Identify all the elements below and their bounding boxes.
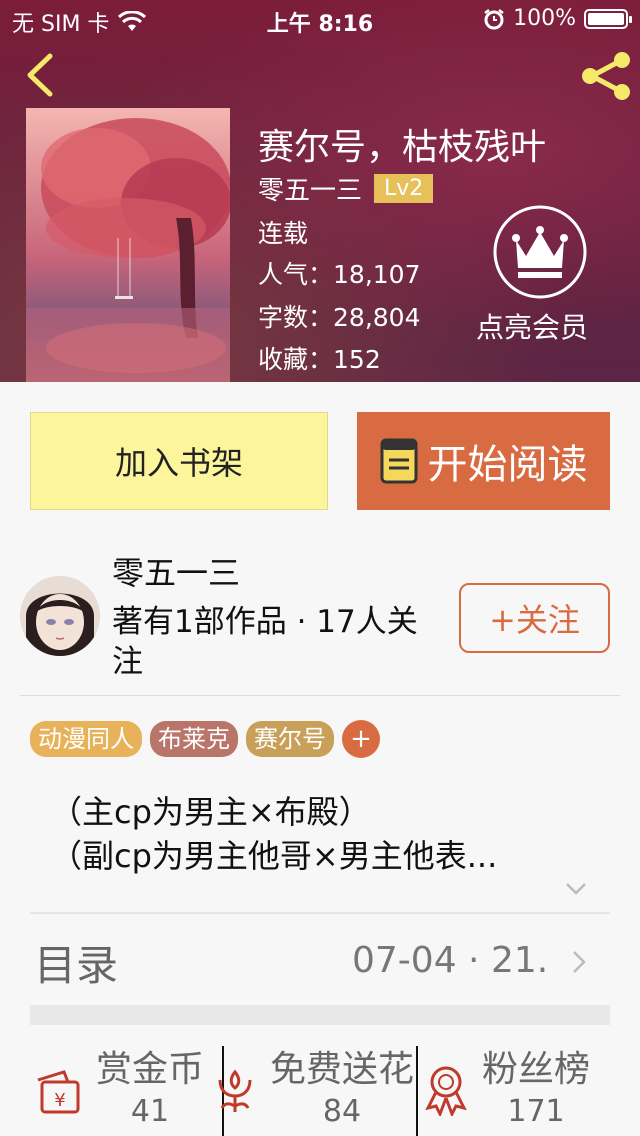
words-label: 字数： <box>258 303 334 332</box>
start-reading-label: 开始阅读 <box>427 442 588 488</box>
follow-label: +关注 <box>489 601 580 639</box>
add-to-shelf-button[interactable]: 加入书架 <box>30 412 328 510</box>
free-flowers-stat[interactable]: 免费送花 84 <box>270 1040 414 1129</box>
battery-icon <box>584 8 632 29</box>
share-icon[interactable] <box>578 50 634 102</box>
author-name[interactable]: 零五一三 <box>112 548 240 594</box>
stat-value: 84 <box>322 1094 362 1129</box>
add-tag-button[interactable]: + <box>342 720 380 758</box>
stat-label: 赏金币 <box>96 1049 205 1090</box>
toc-label[interactable]: 目录 <box>34 932 118 993</box>
reward-coins-stat[interactable]: 赏金币 41 <box>96 1040 204 1129</box>
follow-button[interactable]: +关注 <box>459 583 610 653</box>
status-bar: 无 SIM 卡 上午 8:16 100% <box>0 0 640 40</box>
description-line: （副cp为男主他哥×男主他表... <box>50 837 498 875</box>
fan-ranking-stat[interactable]: 粉丝榜 171 <box>482 1040 590 1129</box>
crown-icon[interactable] <box>492 204 588 300</box>
level-badge: Lv2 <box>374 174 434 203</box>
stat-separator <box>416 1046 418 1136</box>
red-envelope-icon[interactable]: ¥ <box>34 1066 84 1116</box>
author-avatar[interactable] <box>20 576 100 656</box>
author-works-info: 著有1部作品 · 17人关注 <box>112 604 418 680</box>
stat-value: 171 <box>507 1094 565 1129</box>
stat-label: 粉丝榜 <box>482 1049 591 1090</box>
vip-label[interactable]: 点亮会员 <box>476 306 588 346</box>
divider <box>20 695 620 696</box>
stat-label: 免费送花 <box>270 1049 415 1090</box>
flower-icon[interactable] <box>212 1066 258 1116</box>
chevron-down-icon[interactable] <box>565 882 587 896</box>
favorites-label: 收藏： <box>258 345 334 374</box>
svg-text:¥: ¥ <box>54 1090 65 1111</box>
tag-item[interactable]: 动漫同人 <box>30 721 142 757</box>
popularity-stat: 人气：18,107 <box>258 255 421 291</box>
serial-status: 连载 <box>258 219 309 248</box>
tag-item[interactable]: 赛尔号 <box>246 721 334 757</box>
toc-latest-date[interactable]: 07-04 · 21. <box>352 940 562 981</box>
book-cover-image[interactable] <box>26 108 230 382</box>
battery-percent: 100% <box>513 6 576 31</box>
divider <box>30 912 610 914</box>
favorites-stat: 收藏：152 <box>258 340 381 376</box>
author-line: 零五一三 Lv2 <box>258 170 434 207</box>
tag-item[interactable]: 布莱克 <box>150 721 238 757</box>
word-count-stat: 字数：28,804 <box>258 298 421 334</box>
avatar-illustration <box>20 576 100 656</box>
cover-tree-illustration <box>26 108 230 382</box>
favorites-value: 152 <box>333 345 381 374</box>
book-title: 赛尔号，枯枝残叶 <box>258 127 547 168</box>
stat-value: 41 <box>130 1094 170 1129</box>
back-arrow-icon[interactable] <box>22 52 58 98</box>
alarm-icon <box>484 8 504 29</box>
section-gap <box>30 1005 610 1025</box>
description-line: （主cp为男主×布殿） <box>50 793 371 831</box>
tag-list: 动漫同人 布莱克 赛尔号 + <box>30 720 380 758</box>
popularity-label: 人气： <box>258 260 334 289</box>
book-icon <box>380 438 417 484</box>
chevron-right-icon[interactable] <box>572 950 586 974</box>
popularity-value: 18,107 <box>333 260 421 289</box>
start-reading-button[interactable]: 开始阅读 <box>357 412 610 510</box>
header-author-name[interactable]: 零五一三 <box>258 170 362 207</box>
add-to-shelf-label: 加入书架 <box>114 444 243 482</box>
words-value: 28,804 <box>333 303 421 332</box>
book-description[interactable]: （主cp为男主×布殿） （副cp为男主他哥×男主他表... <box>50 790 590 878</box>
book-header: 无 SIM 卡 上午 8:16 100% 赛尔号，枯枝残叶 零五一三 Lv2 连… <box>0 0 640 382</box>
ribbon-award-icon[interactable] <box>422 1062 470 1116</box>
